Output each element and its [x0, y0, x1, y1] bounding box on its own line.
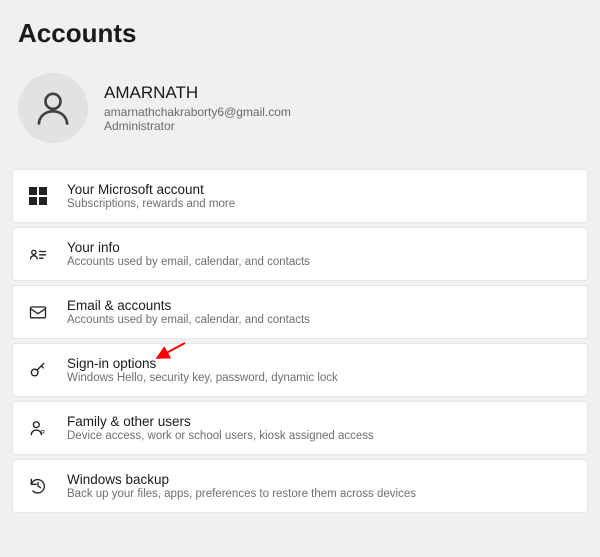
- row-subtitle: Back up your files, apps, preferences to…: [67, 488, 416, 500]
- person-icon: [33, 88, 73, 128]
- row-text: Windows backup Back up your files, apps,…: [67, 472, 416, 500]
- row-subtitle: Windows Hello, security key, password, d…: [67, 372, 338, 384]
- row-title: Your Microsoft account: [67, 182, 235, 197]
- row-microsoft-account[interactable]: Your Microsoft account Subscriptions, re…: [12, 169, 588, 223]
- row-subtitle: Accounts used by email, calendar, and co…: [67, 256, 310, 268]
- row-title: Family & other users: [67, 414, 374, 429]
- row-your-info[interactable]: Your info Accounts used by email, calend…: [12, 227, 588, 281]
- user-card: AMARNATH amarnathchakraborty6@gmail.com …: [18, 73, 588, 143]
- row-subtitle: Subscriptions, rewards and more: [67, 198, 235, 210]
- settings-list: Your Microsoft account Subscriptions, re…: [12, 169, 588, 513]
- row-title: Your info: [67, 240, 310, 255]
- row-text: Sign-in options Windows Hello, security …: [67, 356, 338, 384]
- row-text: Your Microsoft account Subscriptions, re…: [67, 182, 235, 210]
- id-card-icon: [27, 243, 49, 265]
- row-title: Sign-in options: [67, 356, 338, 371]
- user-name: AMARNATH: [104, 83, 291, 103]
- backup-icon: [27, 475, 49, 497]
- user-role: Administrator: [104, 119, 291, 133]
- row-text: Email & accounts Accounts used by email,…: [67, 298, 310, 326]
- key-icon: [27, 359, 49, 381]
- row-family-users[interactable]: Family & other users Device access, work…: [12, 401, 588, 455]
- row-email-accounts[interactable]: Email & accounts Accounts used by email,…: [12, 285, 588, 339]
- row-text: Family & other users Device access, work…: [67, 414, 374, 442]
- row-text: Your info Accounts used by email, calend…: [67, 240, 310, 268]
- mail-icon: [27, 301, 49, 323]
- row-subtitle: Device access, work or school users, kio…: [67, 430, 374, 442]
- windows-icon: [27, 185, 49, 207]
- row-title: Email & accounts: [67, 298, 310, 313]
- row-windows-backup[interactable]: Windows backup Back up your files, apps,…: [12, 459, 588, 513]
- row-signin-options[interactable]: Sign-in options Windows Hello, security …: [12, 343, 588, 397]
- user-info: AMARNATH amarnathchakraborty6@gmail.com …: [104, 83, 291, 133]
- page-title: Accounts: [18, 18, 588, 49]
- user-email: amarnathchakraborty6@gmail.com: [104, 105, 291, 119]
- row-subtitle: Accounts used by email, calendar, and co…: [67, 314, 310, 326]
- row-title: Windows backup: [67, 472, 416, 487]
- avatar: [18, 73, 88, 143]
- family-icon: [27, 417, 49, 439]
